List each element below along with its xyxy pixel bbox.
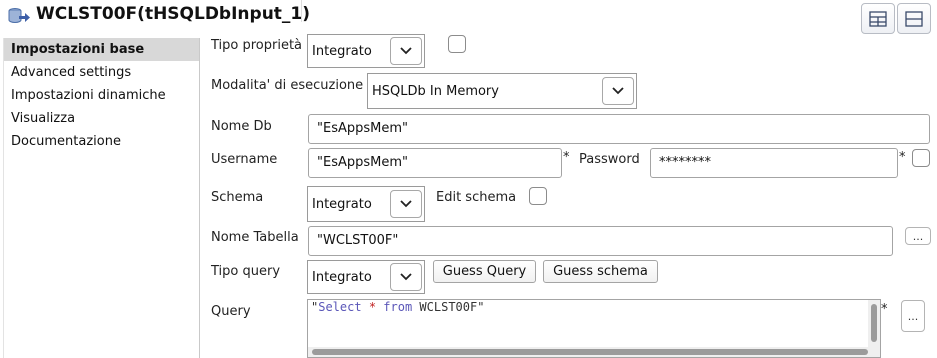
database-input-icon [8, 8, 30, 23]
chevron-down-icon[interactable] [602, 77, 634, 105]
property-type-select[interactable]: Integrato [307, 34, 425, 68]
grid-layout-icon [869, 10, 887, 27]
settings-sidebar: Impostazioni base Advanced settings Impo… [3, 38, 200, 358]
table-name-browse-button[interactable]: ... [905, 227, 931, 245]
username-required-marker: * [563, 150, 570, 165]
password-checkbox[interactable] [912, 149, 930, 167]
chevron-down-icon[interactable] [390, 37, 422, 65]
password-required-marker: * [899, 150, 906, 165]
execution-mode-label: Modalita' di esecuzione [211, 78, 364, 93]
query-required-marker: * [881, 302, 888, 317]
chevron-down-icon[interactable] [390, 263, 422, 291]
query-vertical-scrollbar[interactable] [868, 300, 880, 348]
execution-mode-value: HSQLDb In Memory [372, 83, 499, 99]
property-type-checkbox[interactable] [448, 35, 466, 53]
layout-grid-button[interactable] [861, 3, 895, 34]
query-text[interactable]: "Select * from WCLST00F" [311, 300, 484, 314]
username-label: Username [211, 152, 278, 167]
query-type-select[interactable]: Integrato [307, 260, 425, 294]
chevron-down-icon[interactable] [390, 190, 422, 218]
layout-rows-button[interactable] [897, 3, 931, 34]
property-type-label: Tipo proprietà [211, 38, 303, 53]
username-field[interactable]: "EsAppsMem" [308, 148, 562, 178]
query-horizontal-scrollbar[interactable] [308, 347, 880, 357]
query-type-label: Tipo query [211, 264, 281, 279]
schema-value: Integrato [312, 196, 372, 212]
sidebar-item-dynamic-settings[interactable]: Impostazioni dinamiche [4, 84, 199, 107]
query-type-value: Integrato [312, 269, 372, 285]
query-keyword-select: Select [318, 300, 362, 314]
query-editor[interactable]: "Select * from WCLST00F" [307, 299, 881, 358]
query-space [362, 300, 369, 314]
query-table-name: WCLST00F" [412, 300, 485, 314]
password-label: Password [579, 152, 640, 167]
header-divider [301, 0, 302, 22]
query-vertical-scroll-thumb[interactable] [871, 304, 877, 342]
schema-select[interactable]: Integrato [307, 186, 425, 222]
sidebar-item-view[interactable]: Visualizza [4, 107, 199, 130]
rows-layout-icon [905, 10, 923, 27]
guess-query-button[interactable]: Guess Query [433, 260, 536, 283]
sidebar-item-basic-settings[interactable]: Impostazioni base [4, 38, 199, 61]
query-label: Query [211, 304, 251, 319]
table-name-field[interactable]: "WCLST00F" [308, 226, 893, 256]
property-type-value: Integrato [312, 43, 372, 59]
table-name-label: Nome Tabella [211, 230, 299, 245]
execution-mode-select[interactable]: HSQLDb In Memory [367, 73, 637, 109]
component-header: WCLST00F(tHSQLDbInput_1) [0, 0, 937, 36]
query-wildcard: * [368, 300, 377, 314]
db-name-label: Nome Db [211, 119, 272, 134]
query-horizontal-scroll-thumb[interactable] [312, 349, 868, 355]
component-title: WCLST00F(tHSQLDbInput_1) [36, 4, 311, 24]
edit-schema-checkbox[interactable] [529, 187, 547, 205]
db-name-field[interactable]: "EsAppsMem" [308, 114, 930, 144]
guess-schema-button[interactable]: Guess schema [543, 260, 658, 283]
sidebar-item-advanced-settings[interactable]: Advanced settings [4, 61, 199, 84]
schema-label: Schema [211, 190, 264, 205]
sidebar-item-documentation[interactable]: Documentazione [4, 130, 199, 153]
query-keyword-from: from [383, 300, 413, 314]
password-field[interactable]: ******** [650, 148, 898, 178]
edit-schema-label: Edit schema [436, 190, 517, 205]
query-edit-button[interactable]: ... [901, 300, 925, 332]
